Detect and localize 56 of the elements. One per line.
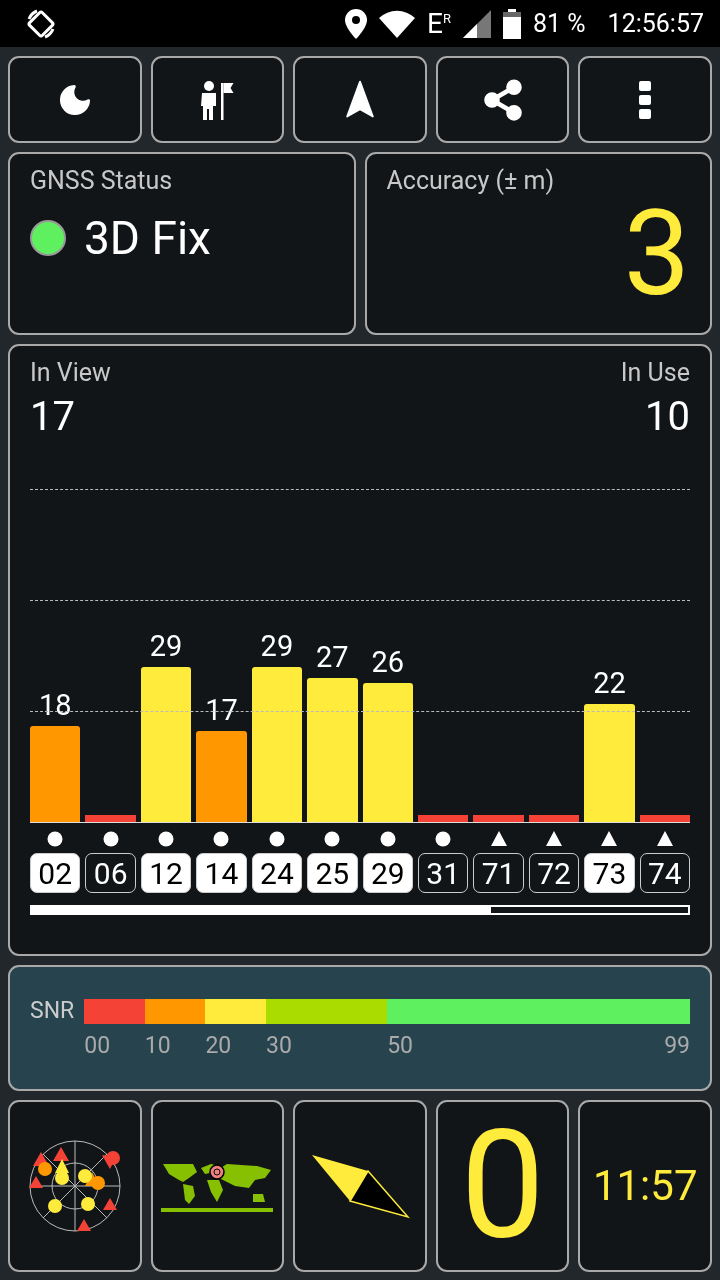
snr-value: 18 — [38, 690, 72, 720]
network-type: E$^{R}$ — [427, 7, 451, 40]
satellite-id: 73 — [584, 853, 635, 893]
in-view-label: In View — [30, 358, 111, 387]
in-use-label: In Use — [620, 358, 690, 387]
more-icon — [639, 80, 652, 119]
satellite-id: 02 — [30, 853, 81, 893]
satellite-id: 74 — [639, 853, 691, 893]
snr-value: 27 — [316, 642, 349, 672]
satellite-id: 14 — [196, 853, 247, 893]
snr-tick: 30 — [265, 1032, 292, 1059]
clock-value: 11:57 — [592, 1165, 698, 1207]
card-title: GNSS Status — [30, 166, 174, 195]
satellite-id: 31 — [417, 853, 469, 893]
in-view-count: 17 — [30, 397, 75, 437]
satellite-id: 29 — [362, 853, 413, 893]
battery-icon — [502, 8, 521, 39]
navigate-button[interactable] — [293, 56, 427, 143]
satellite-id: 25 — [307, 853, 358, 893]
snr-tick: 10 — [144, 1032, 171, 1059]
card-title: Accuracy (± m) — [386, 166, 556, 195]
speed-value: 0 — [460, 1111, 545, 1261]
sky-view-button[interactable] — [8, 1100, 142, 1272]
snr-value: 29 — [149, 631, 183, 661]
compass-needle-icon — [310, 1153, 410, 1219]
in-use-count: 10 — [645, 397, 690, 437]
location-pin-icon — [345, 8, 367, 39]
share-button[interactable] — [435, 56, 570, 143]
snr-tick: 50 — [387, 1032, 413, 1059]
speed-tile[interactable]: 0 — [435, 1100, 570, 1272]
satellite-id: 12 — [140, 853, 192, 893]
world-map-button[interactable] — [150, 1100, 285, 1272]
snr-tick: 20 — [205, 1032, 232, 1059]
fix-status: 3D Fix — [84, 215, 211, 261]
clock-tile[interactable]: 11:57 — [578, 1100, 712, 1272]
snr-tick: 99 — [664, 1032, 690, 1059]
signal-icon — [462, 9, 491, 38]
snr-value: 29 — [260, 631, 294, 661]
person-flag-icon — [199, 78, 236, 121]
compass-button[interactable] — [293, 1100, 427, 1272]
satellite-id: 06 — [85, 853, 136, 893]
accuracy-value: 3 — [623, 195, 690, 313]
snr-value: 22 — [593, 669, 626, 699]
snr-label: SNR — [30, 999, 75, 1026]
battery-percent: 81 % — [532, 11, 586, 36]
night-mode-button[interactable] — [8, 56, 142, 143]
satellite-id: 24 — [251, 853, 303, 893]
wifi-icon — [379, 9, 415, 38]
satellite-id: 72 — [528, 853, 580, 893]
snr-tick: 00 — [84, 1032, 111, 1059]
snr-value: 26 — [371, 647, 405, 677]
clock: 12:56:57 — [607, 11, 704, 36]
more-button[interactable] — [578, 56, 712, 143]
waypoint-button[interactable] — [150, 56, 285, 143]
snr-value: 17 — [205, 696, 238, 726]
satellite-id: 71 — [473, 853, 524, 893]
